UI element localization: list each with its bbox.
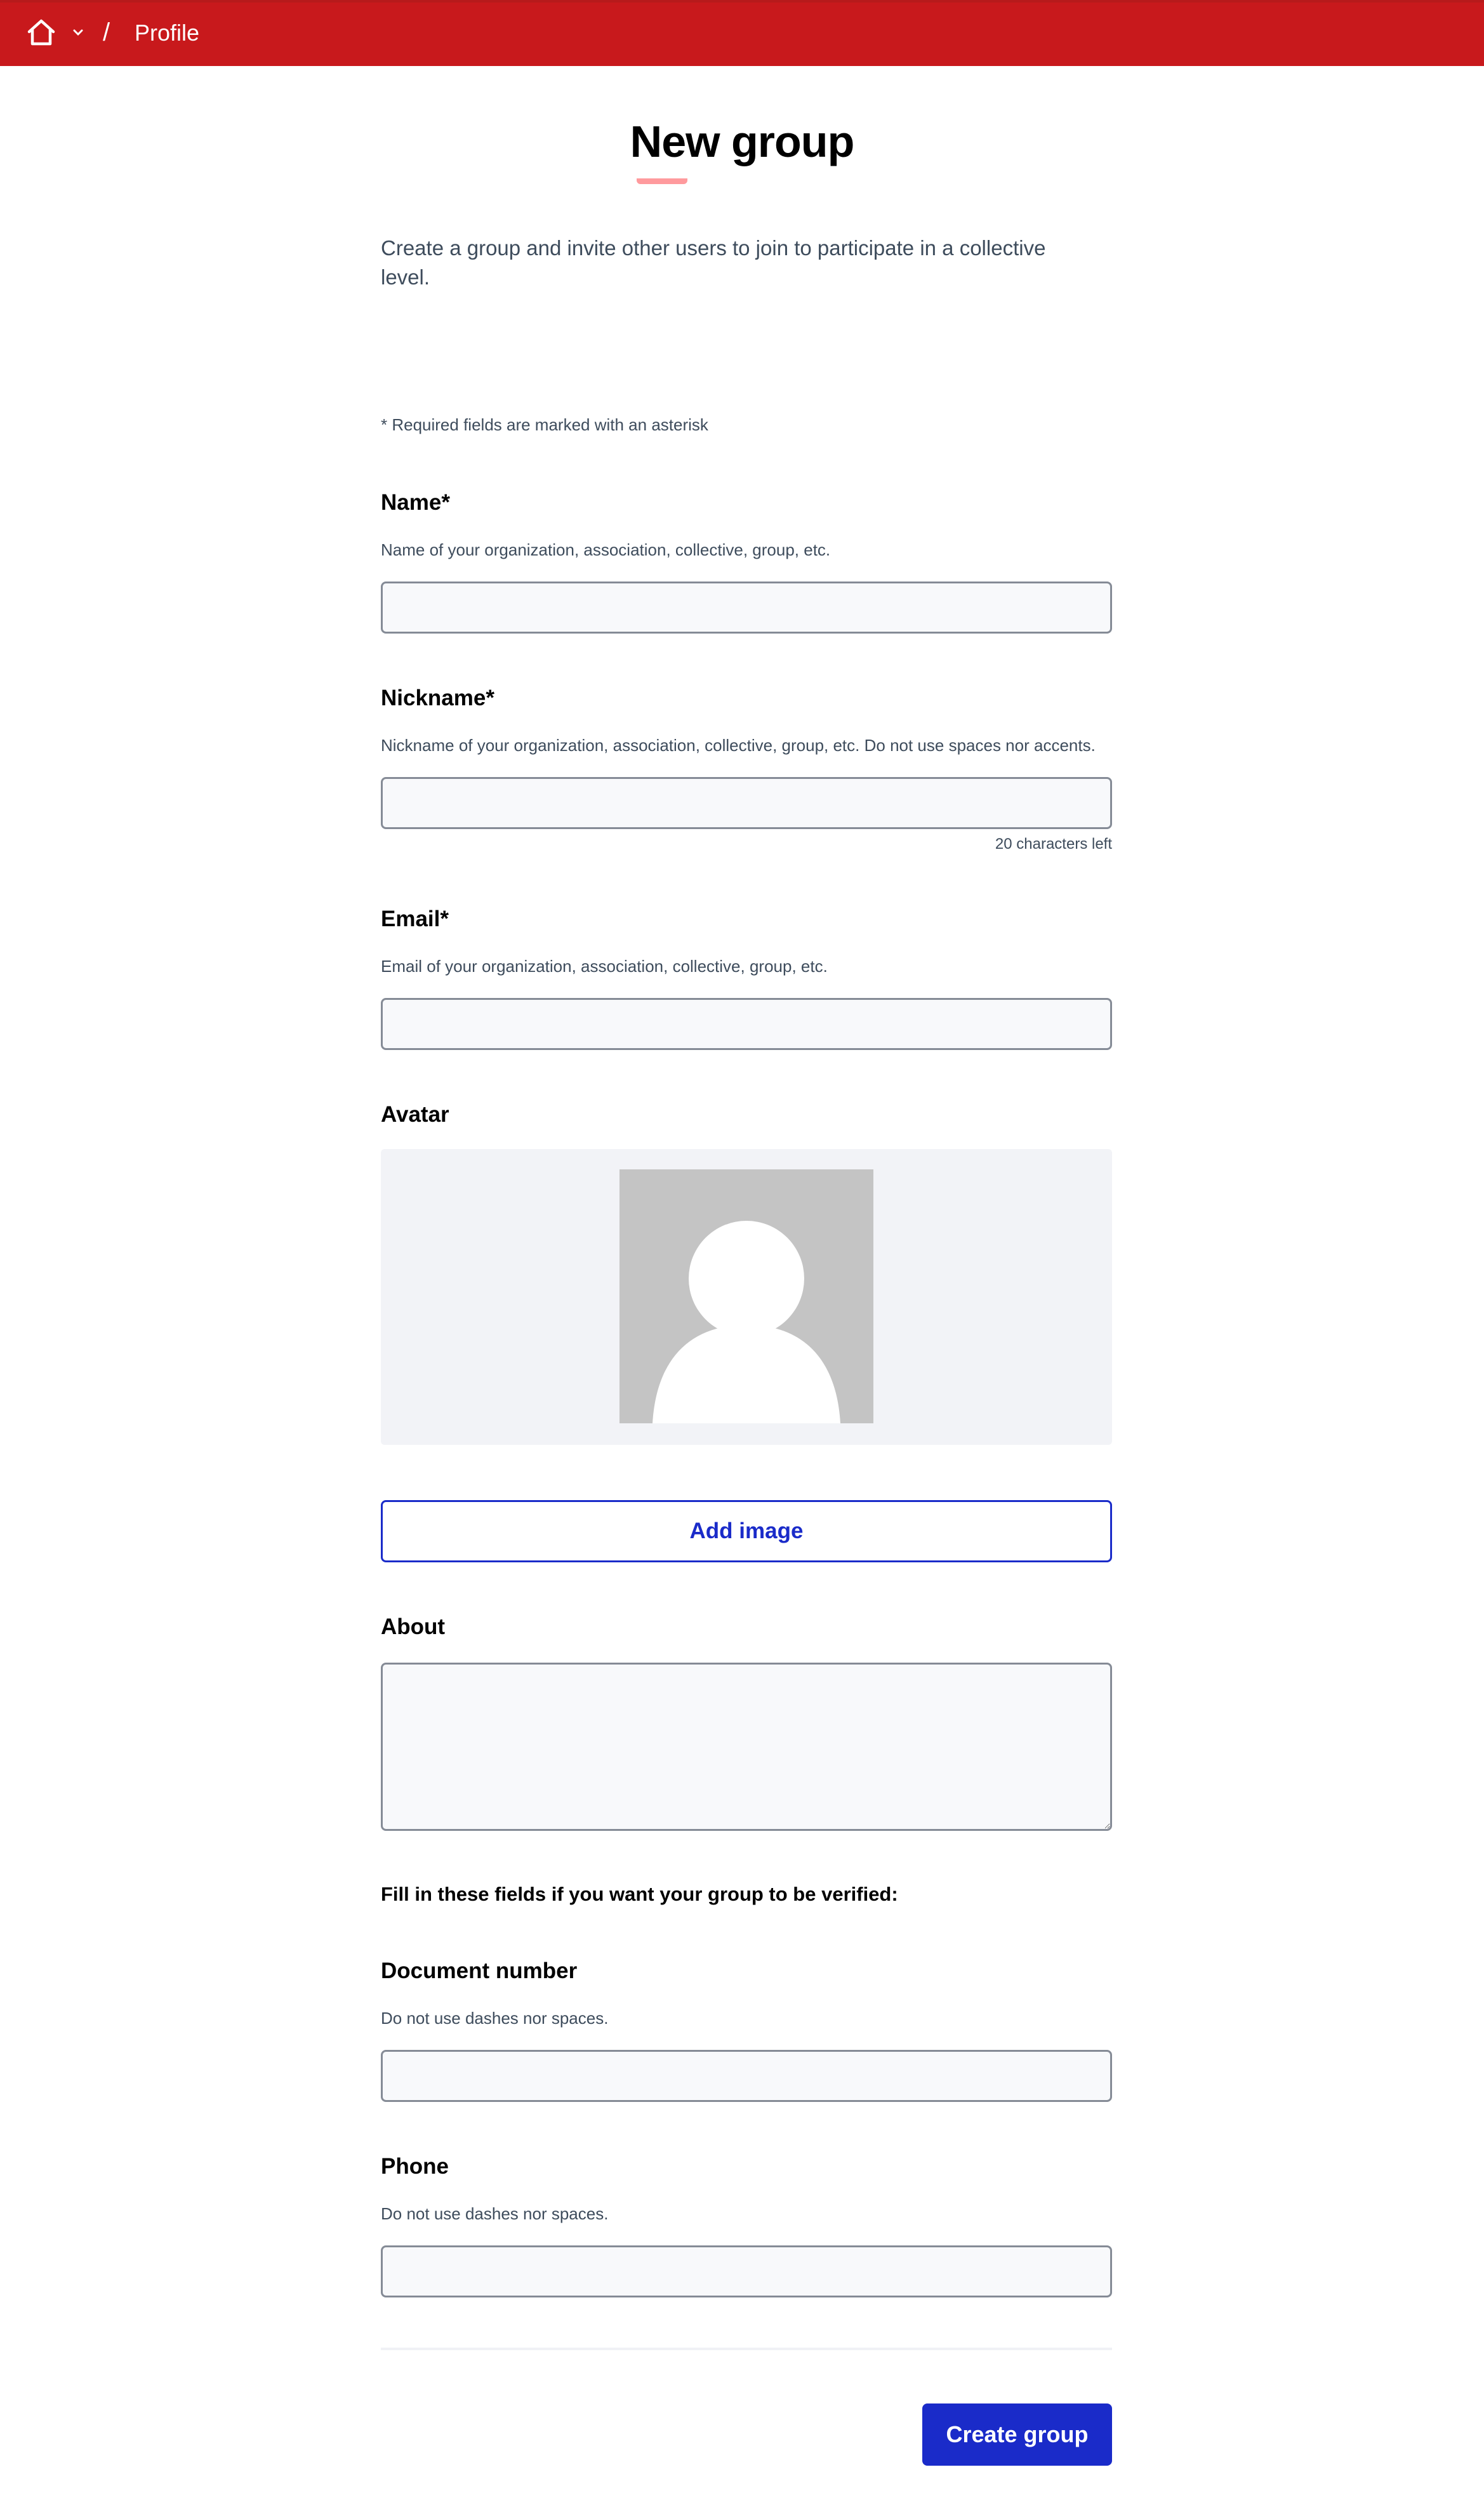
page-title: New group <box>630 117 855 166</box>
form-divider <box>381 2348 1112 2350</box>
about-label: About <box>381 1614 446 1639</box>
phone-help: Do not use dashes nor spaces. <box>381 2204 609 2223</box>
add-image-button[interactable]: Add image <box>381 1500 1112 1562</box>
phone-label: Phone <box>381 2154 449 2179</box>
document-number-help: Do not use dashes nor spaces. <box>381 2009 609 2028</box>
nickname-char-count: 20 characters left <box>995 835 1112 853</box>
chevron-down-icon[interactable] <box>73 28 83 36</box>
email-label: Email* <box>381 907 449 931</box>
required-fields-note: * Required fields are marked with an ast… <box>381 415 708 434</box>
user-silhouette-icon <box>619 1169 873 1423</box>
home-icon[interactable] <box>27 19 56 46</box>
top-bar: / Profile <box>0 0 1484 66</box>
nickname-label: Nickname* <box>381 686 494 710</box>
avatar-label: Avatar <box>381 1102 449 1127</box>
breadcrumb-separator: / <box>103 18 110 46</box>
about-textarea[interactable] <box>381 1663 1112 1831</box>
verification-note: Fill in these fields if you want your gr… <box>381 1883 898 1905</box>
document-number-label: Document number <box>381 1958 578 1983</box>
create-group-button[interactable]: Create group <box>922 2403 1112 2466</box>
email-input[interactable] <box>381 998 1112 1050</box>
name-help: Name of your organization, association, … <box>381 540 831 559</box>
name-label: Name* <box>381 490 450 515</box>
email-help: Email of your organization, association,… <box>381 957 828 976</box>
document-number-input[interactable] <box>381 2050 1112 2102</box>
breadcrumb-profile[interactable]: Profile <box>135 20 199 46</box>
nickname-help: Nickname of your organization, associati… <box>381 736 1096 755</box>
avatar-preview <box>381 1149 1112 1445</box>
intro-text: Create a group and invite other users to… <box>381 236 1046 289</box>
title-underline <box>637 178 687 184</box>
name-input[interactable] <box>381 582 1112 634</box>
nickname-input[interactable] <box>381 777 1112 829</box>
phone-input[interactable] <box>381 2245 1112 2297</box>
